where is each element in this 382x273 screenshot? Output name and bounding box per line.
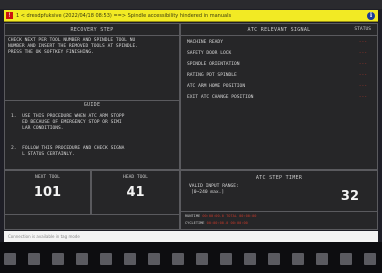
film-hole bbox=[148, 253, 160, 265]
next-tool-panel[interactable]: NEXT TOOL 101 bbox=[4, 170, 91, 215]
film-hole bbox=[172, 253, 184, 265]
signal-status: --- bbox=[358, 84, 367, 89]
signal-panel: ATC RELEVANT SIGNAL STATUS MACHINE READY… bbox=[180, 23, 378, 170]
signal-label: EXIT ATC CHANGE POSITION bbox=[187, 95, 254, 100]
film-hole bbox=[4, 253, 16, 265]
status-strip bbox=[4, 215, 180, 230]
divider bbox=[5, 35, 179, 36]
film-hole bbox=[196, 253, 208, 265]
cycletime-line: CYCLETIME 00:00:00.0 00:00:00 bbox=[185, 221, 248, 225]
signal-status: --- bbox=[358, 62, 367, 67]
status-header: STATUS bbox=[354, 27, 371, 32]
atc-step-value[interactable]: 32 bbox=[341, 189, 359, 204]
signal-status: --- bbox=[358, 95, 367, 100]
signal-status: --- bbox=[358, 73, 367, 78]
footer-bar: Connection is available in tag mode bbox=[4, 231, 378, 242]
signal-row-rating: RATING PDT SPINDLE --- bbox=[187, 71, 371, 80]
signal-label: SPINDLE ORIENTATION bbox=[187, 62, 240, 67]
signal-row-machine-ready: MACHINE READY --- bbox=[187, 38, 371, 47]
top-bar bbox=[0, 0, 382, 9]
divider bbox=[181, 35, 377, 36]
film-hole bbox=[124, 253, 136, 265]
head-tool-label: HEAD TOOL bbox=[123, 175, 148, 180]
runtime-label: RUNTIME bbox=[185, 214, 201, 218]
signal-label: SAFETY DOOR LOCK bbox=[187, 51, 232, 56]
recovery-panel: RECOVERY STEP CHECK NEXT PER TOOL NUMBER… bbox=[4, 23, 180, 170]
atc-recovery-screen: RECOVERY STEP CHECK NEXT PER TOOL NUMBER… bbox=[4, 23, 378, 230]
film-strip bbox=[0, 242, 382, 273]
film-hole bbox=[292, 253, 304, 265]
atc-step-title: ATC STEP TIMER bbox=[255, 175, 303, 181]
divider bbox=[5, 100, 179, 101]
valid-range-value: [0~240 max.] bbox=[191, 190, 225, 195]
signal-label: MACHINE READY bbox=[187, 40, 223, 45]
film-hole bbox=[220, 253, 232, 265]
next-tool-value: 101 bbox=[33, 185, 62, 200]
film-hole bbox=[100, 253, 112, 265]
signal-label: ATC ARM HOME POSITION bbox=[187, 84, 246, 89]
signal-row-exit-atc: EXIT ATC CHANGE POSITION --- bbox=[187, 93, 371, 102]
signal-row-atc-arm-home: ATC ARM HOME POSITION --- bbox=[187, 82, 371, 91]
film-hole bbox=[52, 253, 64, 265]
cycletime-label: CYCLETIME bbox=[185, 221, 205, 225]
film-hole bbox=[76, 253, 88, 265]
film-hole bbox=[28, 253, 40, 265]
cycletime-value: 00:00:00.0 00:00:00 bbox=[206, 221, 248, 225]
head-tool-panel[interactable]: HEAD TOOL 41 bbox=[91, 170, 180, 215]
alarm-text: 1 < dresdpfuksive (2022/04/18 08:53) ==>… bbox=[16, 13, 232, 19]
signal-row-spindle-orientation: SPINDLE ORIENTATION --- bbox=[187, 60, 371, 69]
signal-label: RATING PDT SPINDLE bbox=[187, 73, 237, 78]
atc-step-timer-panel[interactable]: ATC STEP TIMER VALID INPUT RANGE: [0~240… bbox=[180, 170, 378, 230]
signal-title: ATC RELEVANT SIGNAL bbox=[247, 27, 311, 33]
alarm-banner[interactable]: ! 1 < dresdpfuksive (2022/04/18 08:53) =… bbox=[4, 10, 378, 22]
signal-row-safety-door: SAFETY DOOR LOCK --- bbox=[187, 49, 371, 58]
film-hole bbox=[316, 253, 328, 265]
guide-title: GUIDE bbox=[83, 102, 101, 108]
warning-icon: ! bbox=[6, 12, 13, 19]
recovery-instructions: CHECK NEXT PER TOOL NUMBER AND SPINDLE T… bbox=[8, 38, 138, 55]
runtime-value: 00:00:00.0 TOTAL 00:00:00 bbox=[202, 214, 257, 218]
film-hole bbox=[268, 253, 280, 265]
film-hole bbox=[340, 253, 352, 265]
film-hole bbox=[244, 253, 256, 265]
signal-status: --- bbox=[358, 40, 367, 45]
signal-status: --- bbox=[358, 51, 367, 56]
recovery-title: RECOVERY STEP bbox=[70, 27, 114, 33]
film-hole bbox=[364, 253, 376, 265]
guide-item-2: 2. FOLLOW THIS PROCEDURE AND CHECK SIGNA… bbox=[11, 146, 125, 157]
divider bbox=[181, 211, 377, 212]
next-tool-label: NEXT TOOL bbox=[35, 175, 60, 180]
info-icon[interactable]: i bbox=[367, 12, 375, 20]
runtime-line: RUNTIME 00:00:00.0 TOTAL 00:00:00 bbox=[185, 214, 256, 218]
head-tool-value: 41 bbox=[126, 185, 145, 200]
guide-item-1: 1. USE THIS PROCEDURE WHEN ATC ARM STOPP… bbox=[11, 114, 125, 131]
